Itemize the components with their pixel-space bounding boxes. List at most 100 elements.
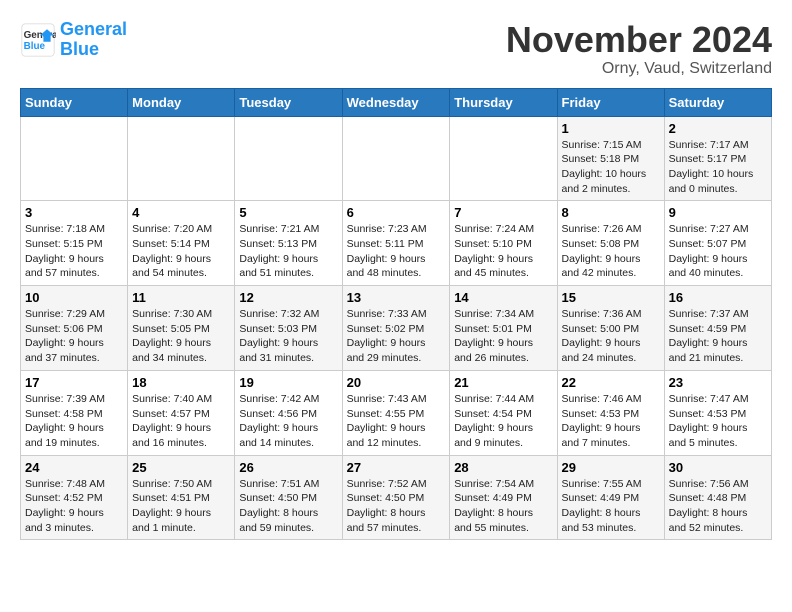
calendar-cell: 18 Sunrise: 7:40 AM Sunset: 4:57 PM Dayli… xyxy=(128,370,235,455)
weekday-header: Wednesday xyxy=(342,88,450,116)
calendar-cell: 3 Sunrise: 7:18 AM Sunset: 5:15 PM Daylig… xyxy=(21,201,128,286)
day-info: Sunrise: 7:29 AM Sunset: 5:06 PM Dayligh… xyxy=(25,307,123,366)
page-header: General Blue General Blue November 2024 … xyxy=(20,20,772,78)
day-number: 4 xyxy=(132,205,230,220)
calendar-cell: 16 Sunrise: 7:37 AM Sunset: 4:59 PM Dayli… xyxy=(664,286,771,371)
day-info: Sunrise: 7:43 AM Sunset: 4:55 PM Dayligh… xyxy=(347,392,446,451)
day-info: Sunrise: 7:26 AM Sunset: 5:08 PM Dayligh… xyxy=(562,222,660,281)
calendar-cell: 29Sunrise: 7:55 AM Sunset: 4:49 PM Dayli… xyxy=(557,455,664,540)
day-number: 30 xyxy=(669,460,767,475)
day-number: 25 xyxy=(132,460,230,475)
day-number: 16 xyxy=(669,290,767,305)
calendar-cell: 23Sunrise: 7:47 AM Sunset: 4:53 PM Dayli… xyxy=(664,370,771,455)
day-number: 3 xyxy=(25,205,123,220)
day-number: 26 xyxy=(239,460,337,475)
calendar-cell xyxy=(342,116,450,201)
svg-text:General: General xyxy=(24,30,56,41)
calendar-cell: 2 Sunrise: 7:17 AM Sunset: 5:17 PM Daylig… xyxy=(664,116,771,201)
day-info: Sunrise: 7:39 AM Sunset: 4:58 PM Dayligh… xyxy=(25,392,123,451)
calendar-cell: 11 Sunrise: 7:30 AM Sunset: 5:05 PM Dayli… xyxy=(128,286,235,371)
calendar-cell: 28 Sunrise: 7:54 AM Sunset: 4:49 PM Dayli… xyxy=(450,455,557,540)
weekday-header: Sunday xyxy=(21,88,128,116)
calendar-cell: 21 Sunrise: 7:44 AM Sunset: 4:54 PM Dayli… xyxy=(450,370,557,455)
day-info: Sunrise: 7:15 AM Sunset: 5:18 PM Dayligh… xyxy=(562,138,660,197)
calendar-cell xyxy=(450,116,557,201)
day-number: 14 xyxy=(454,290,552,305)
day-number: 13 xyxy=(347,290,446,305)
day-number: 11 xyxy=(132,290,230,305)
calendar-week-row: 17 Sunrise: 7:39 AM Sunset: 4:58 PM Dayli… xyxy=(21,370,772,455)
weekday-header: Saturday xyxy=(664,88,771,116)
day-info: Sunrise: 7:37 AM Sunset: 4:59 PM Dayligh… xyxy=(669,307,767,366)
weekday-header: Monday xyxy=(128,88,235,116)
calendar-cell: 8Sunrise: 7:26 AM Sunset: 5:08 PM Daylig… xyxy=(557,201,664,286)
day-number: 12 xyxy=(239,290,337,305)
title-block: November 2024 Orny, Vaud, Switzerland xyxy=(506,20,772,78)
calendar-cell: 25 Sunrise: 7:50 AM Sunset: 4:51 PM Dayli… xyxy=(128,455,235,540)
day-number: 22 xyxy=(562,375,660,390)
calendar-cell: 27Sunrise: 7:52 AM Sunset: 4:50 PM Dayli… xyxy=(342,455,450,540)
day-number: 9 xyxy=(669,205,767,220)
calendar-cell xyxy=(235,116,342,201)
calendar-cell: 20 Sunrise: 7:43 AM Sunset: 4:55 PM Dayli… xyxy=(342,370,450,455)
month-title: November 2024 xyxy=(506,20,772,60)
calendar-cell: 6Sunrise: 7:23 AM Sunset: 5:11 PM Daylig… xyxy=(342,201,450,286)
day-number: 5 xyxy=(239,205,337,220)
day-number: 23 xyxy=(669,375,767,390)
calendar-cell: 12 Sunrise: 7:32 AM Sunset: 5:03 PM Dayli… xyxy=(235,286,342,371)
day-number: 21 xyxy=(454,375,552,390)
calendar-cell: 17 Sunrise: 7:39 AM Sunset: 4:58 PM Dayli… xyxy=(21,370,128,455)
weekday-header: Thursday xyxy=(450,88,557,116)
calendar-cell: 19 Sunrise: 7:42 AM Sunset: 4:56 PM Dayli… xyxy=(235,370,342,455)
day-info: Sunrise: 7:20 AM Sunset: 5:14 PM Dayligh… xyxy=(132,222,230,281)
day-info: Sunrise: 7:56 AM Sunset: 4:48 PM Dayligh… xyxy=(669,477,767,536)
day-info: Sunrise: 7:24 AM Sunset: 5:10 PM Dayligh… xyxy=(454,222,552,281)
calendar-week-row: 3 Sunrise: 7:18 AM Sunset: 5:15 PM Daylig… xyxy=(21,201,772,286)
logo: General Blue General Blue xyxy=(20,20,127,60)
location: Orny, Vaud, Switzerland xyxy=(506,60,772,78)
day-number: 7 xyxy=(454,205,552,220)
day-info: Sunrise: 7:40 AM Sunset: 4:57 PM Dayligh… xyxy=(132,392,230,451)
day-number: 20 xyxy=(347,375,446,390)
day-number: 17 xyxy=(25,375,123,390)
logo-icon: General Blue xyxy=(20,22,56,58)
day-info: Sunrise: 7:17 AM Sunset: 5:17 PM Dayligh… xyxy=(669,138,767,197)
day-info: Sunrise: 7:30 AM Sunset: 5:05 PM Dayligh… xyxy=(132,307,230,366)
day-info: Sunrise: 7:21 AM Sunset: 5:13 PM Dayligh… xyxy=(239,222,337,281)
calendar-week-row: 10Sunrise: 7:29 AM Sunset: 5:06 PM Dayli… xyxy=(21,286,772,371)
calendar-week-row: 1 Sunrise: 7:15 AM Sunset: 5:18 PM Daylig… xyxy=(21,116,772,201)
day-info: Sunrise: 7:23 AM Sunset: 5:11 PM Dayligh… xyxy=(347,222,446,281)
calendar-cell: 24 Sunrise: 7:48 AM Sunset: 4:52 PM Dayli… xyxy=(21,455,128,540)
day-info: Sunrise: 7:27 AM Sunset: 5:07 PM Dayligh… xyxy=(669,222,767,281)
calendar-cell: 26Sunrise: 7:51 AM Sunset: 4:50 PM Dayli… xyxy=(235,455,342,540)
calendar-cell: 9 Sunrise: 7:27 AM Sunset: 5:07 PM Daylig… xyxy=(664,201,771,286)
weekday-header: Friday xyxy=(557,88,664,116)
calendar-week-row: 24 Sunrise: 7:48 AM Sunset: 4:52 PM Dayli… xyxy=(21,455,772,540)
calendar-cell: 1 Sunrise: 7:15 AM Sunset: 5:18 PM Daylig… xyxy=(557,116,664,201)
day-info: Sunrise: 7:42 AM Sunset: 4:56 PM Dayligh… xyxy=(239,392,337,451)
day-number: 19 xyxy=(239,375,337,390)
day-number: 18 xyxy=(132,375,230,390)
day-info: Sunrise: 7:32 AM Sunset: 5:03 PM Dayligh… xyxy=(239,307,337,366)
calendar-cell: 4 Sunrise: 7:20 AM Sunset: 5:14 PM Daylig… xyxy=(128,201,235,286)
day-info: Sunrise: 7:44 AM Sunset: 4:54 PM Dayligh… xyxy=(454,392,552,451)
calendar-table: SundayMondayTuesdayWednesdayThursdayFrid… xyxy=(20,88,772,541)
weekday-header-row: SundayMondayTuesdayWednesdayThursdayFrid… xyxy=(21,88,772,116)
calendar-cell: 14 Sunrise: 7:34 AM Sunset: 5:01 PM Dayli… xyxy=(450,286,557,371)
day-info: Sunrise: 7:18 AM Sunset: 5:15 PM Dayligh… xyxy=(25,222,123,281)
calendar-cell: 5 Sunrise: 7:21 AM Sunset: 5:13 PM Daylig… xyxy=(235,201,342,286)
day-number: 2 xyxy=(669,121,767,136)
day-number: 24 xyxy=(25,460,123,475)
day-number: 1 xyxy=(562,121,660,136)
calendar-cell xyxy=(128,116,235,201)
day-info: Sunrise: 7:33 AM Sunset: 5:02 PM Dayligh… xyxy=(347,307,446,366)
day-info: Sunrise: 7:54 AM Sunset: 4:49 PM Dayligh… xyxy=(454,477,552,536)
weekday-header: Tuesday xyxy=(235,88,342,116)
calendar-cell xyxy=(21,116,128,201)
day-number: 28 xyxy=(454,460,552,475)
day-info: Sunrise: 7:52 AM Sunset: 4:50 PM Dayligh… xyxy=(347,477,446,536)
day-info: Sunrise: 7:50 AM Sunset: 4:51 PM Dayligh… xyxy=(132,477,230,536)
day-info: Sunrise: 7:34 AM Sunset: 5:01 PM Dayligh… xyxy=(454,307,552,366)
day-number: 15 xyxy=(562,290,660,305)
day-info: Sunrise: 7:48 AM Sunset: 4:52 PM Dayligh… xyxy=(25,477,123,536)
